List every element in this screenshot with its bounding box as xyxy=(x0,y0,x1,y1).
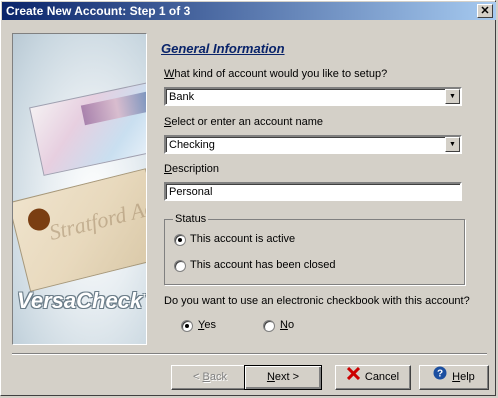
description-input[interactable]: Personal xyxy=(164,182,462,201)
account-type-label: What kind of account would you like to s… xyxy=(164,68,388,80)
account-name-label: Select or enter an account name xyxy=(164,116,323,128)
dropdown-arrow-icon[interactable]: ▼ xyxy=(445,137,460,152)
status-closed-label[interactable]: This account has been closed xyxy=(190,259,336,271)
dropdown-arrow-icon[interactable]: ▼ xyxy=(445,89,460,104)
account-name-value: Checking xyxy=(169,139,215,151)
red-x-icon xyxy=(346,366,360,388)
description-label: Description xyxy=(164,163,220,175)
checkbook-yes-radio[interactable] xyxy=(181,320,193,332)
side-panel-image: Stratford Accounting VersaCheck™ xyxy=(12,33,147,345)
checkbook-no-label[interactable]: No xyxy=(280,319,294,331)
title-bar[interactable]: Create New Account: Step 1 of 3 ✕ xyxy=(2,2,496,20)
question-circle-icon: ? xyxy=(433,366,447,388)
check-image-stratford: Stratford Accounting xyxy=(13,168,147,292)
check-watermark: Stratford Accounting xyxy=(46,176,147,246)
status-group: Status This account is active This accou… xyxy=(164,213,465,285)
window-title: Create New Account: Step 1 of 3 xyxy=(6,4,191,18)
checkbook-yes-label[interactable]: Yes xyxy=(198,319,216,331)
checkbook-no-radio[interactable] xyxy=(263,320,275,332)
status-active-label[interactable]: This account is active xyxy=(190,233,295,245)
checkbook-question: Do you want to use an electronic checkbo… xyxy=(164,295,470,307)
account-name-combo[interactable]: Checking ▼ xyxy=(164,135,462,154)
next-button[interactable]: Next > xyxy=(244,365,322,390)
description-value: Personal xyxy=(169,186,213,198)
back-button[interactable]: < Back xyxy=(171,365,249,390)
status-group-label: Status xyxy=(173,213,209,225)
section-title: General Information xyxy=(161,41,285,56)
account-type-value: Bank xyxy=(169,91,195,103)
help-button[interactable]: ? Help xyxy=(419,365,489,390)
versacheck-logo: VersaCheck™ xyxy=(17,288,146,313)
check-image-bank xyxy=(29,82,146,176)
footer-divider xyxy=(12,353,487,355)
close-button[interactable]: ✕ xyxy=(477,4,493,18)
status-active-radio[interactable] xyxy=(174,234,186,246)
status-closed-radio[interactable] xyxy=(174,260,186,272)
cancel-button[interactable]: Cancel xyxy=(335,365,411,390)
svg-text:?: ? xyxy=(437,369,443,380)
wizard-window: Create New Account: Step 1 of 3 ✕ Stratf… xyxy=(0,0,496,396)
account-type-combo[interactable]: Bank ▼ xyxy=(164,87,462,106)
